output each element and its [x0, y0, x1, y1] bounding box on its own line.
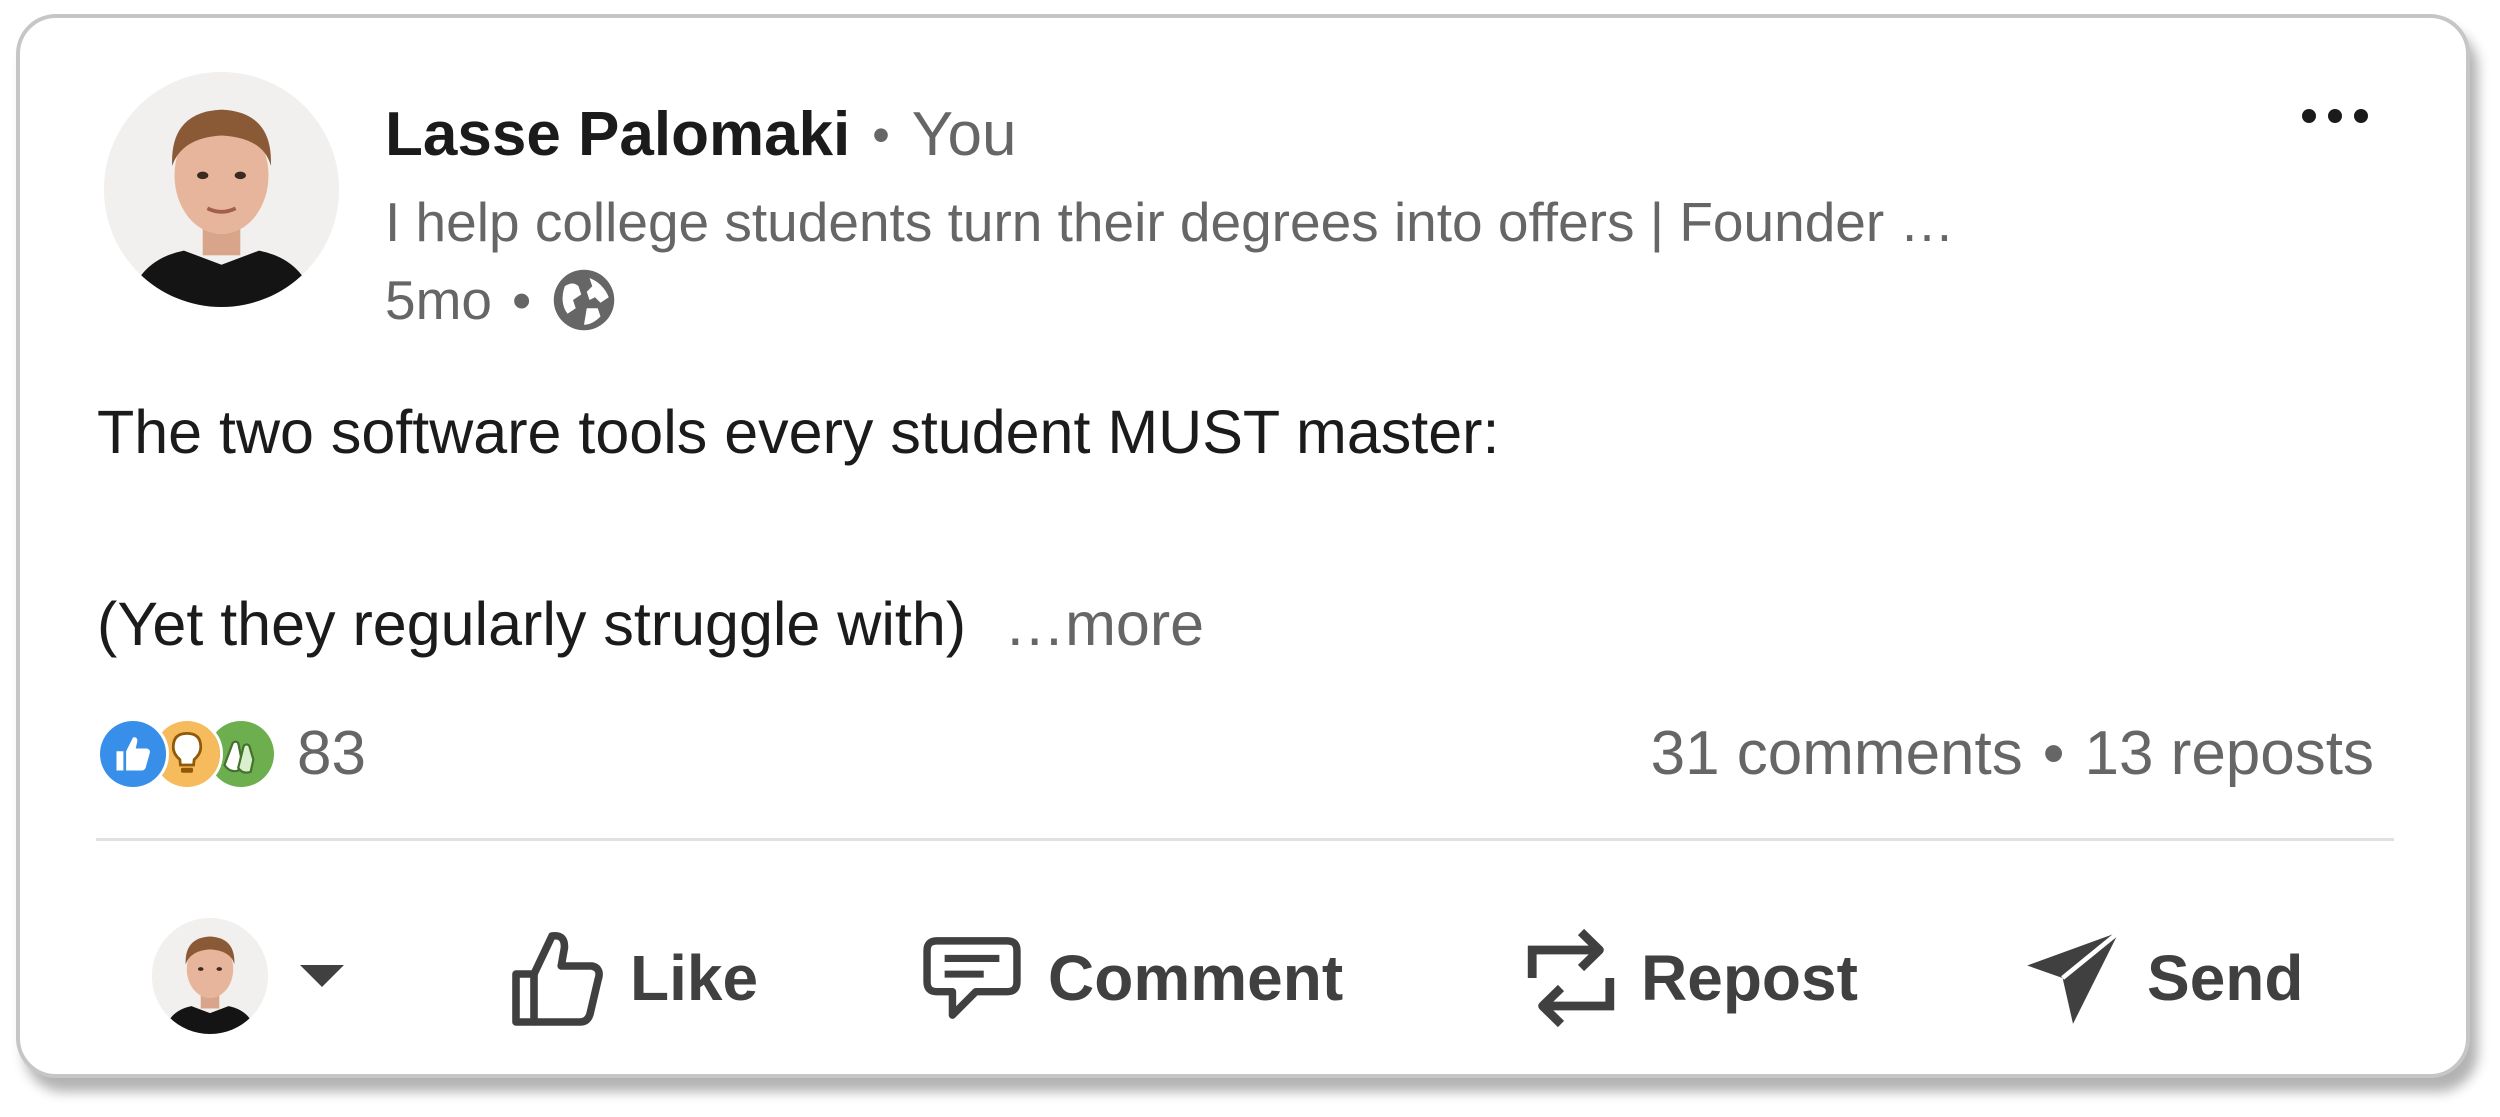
comments-count[interactable]: 31 comments [1651, 718, 2023, 790]
author-avatar[interactable] [104, 72, 339, 307]
divider [96, 838, 2394, 841]
reaction-identity-switcher[interactable] [152, 918, 346, 1034]
engagement-counts: 31 comments • 13 reposts [1651, 718, 2374, 790]
reposts-count[interactable]: 13 reposts [2084, 718, 2374, 790]
separator-dot: • [2042, 719, 2065, 788]
send-label: Send [2147, 942, 2304, 1014]
like-reaction-icon [97, 718, 169, 790]
post-text-line-2: (Yet they regularly struggle with) …more [97, 586, 1204, 662]
repost-icon [1527, 928, 1615, 1028]
repost-label: Repost [1641, 942, 1858, 1014]
caret-down-icon [300, 965, 344, 987]
globe-icon [554, 269, 615, 331]
reaction-count: 83 [297, 719, 366, 788]
separator-dot: • [872, 107, 890, 163]
post-card: Lasse Palomaki • You I help college stud… [16, 14, 2470, 1078]
send-button[interactable]: Send [2023, 918, 2303, 1038]
author-name-row: Lasse Palomaki • You [385, 98, 1016, 172]
current-user-avatar [152, 918, 268, 1034]
reactions-summary[interactable]: 83 [97, 718, 366, 790]
like-button[interactable]: Like [510, 918, 758, 1038]
more-options-button[interactable] [2290, 96, 2380, 136]
separator-dot: • [512, 269, 532, 331]
repost-button[interactable]: Repost [1525, 918, 1858, 1038]
post-meta: 5mo • [385, 266, 617, 334]
author-photo [104, 72, 339, 307]
send-icon [2027, 930, 2121, 1024]
like-label: Like [630, 942, 759, 1014]
post-time: 5mo [385, 269, 492, 331]
post-text-line: The two software tools every student MUS… [97, 398, 1500, 466]
post-text: (Yet they regularly struggle with) [97, 590, 967, 658]
author-name[interactable]: Lasse Palomaki [385, 98, 850, 172]
see-more-link[interactable]: …more [1004, 590, 1204, 658]
more-options-icon [2302, 109, 2368, 123]
like-icon [512, 931, 603, 1026]
comment-button[interactable]: Comment [920, 918, 1343, 1038]
comment-icon [923, 937, 1021, 1019]
author-headline: I help college students turn their degre… [385, 191, 1955, 253]
author-relation: You [911, 100, 1017, 169]
comment-label: Comment [1048, 942, 1344, 1014]
